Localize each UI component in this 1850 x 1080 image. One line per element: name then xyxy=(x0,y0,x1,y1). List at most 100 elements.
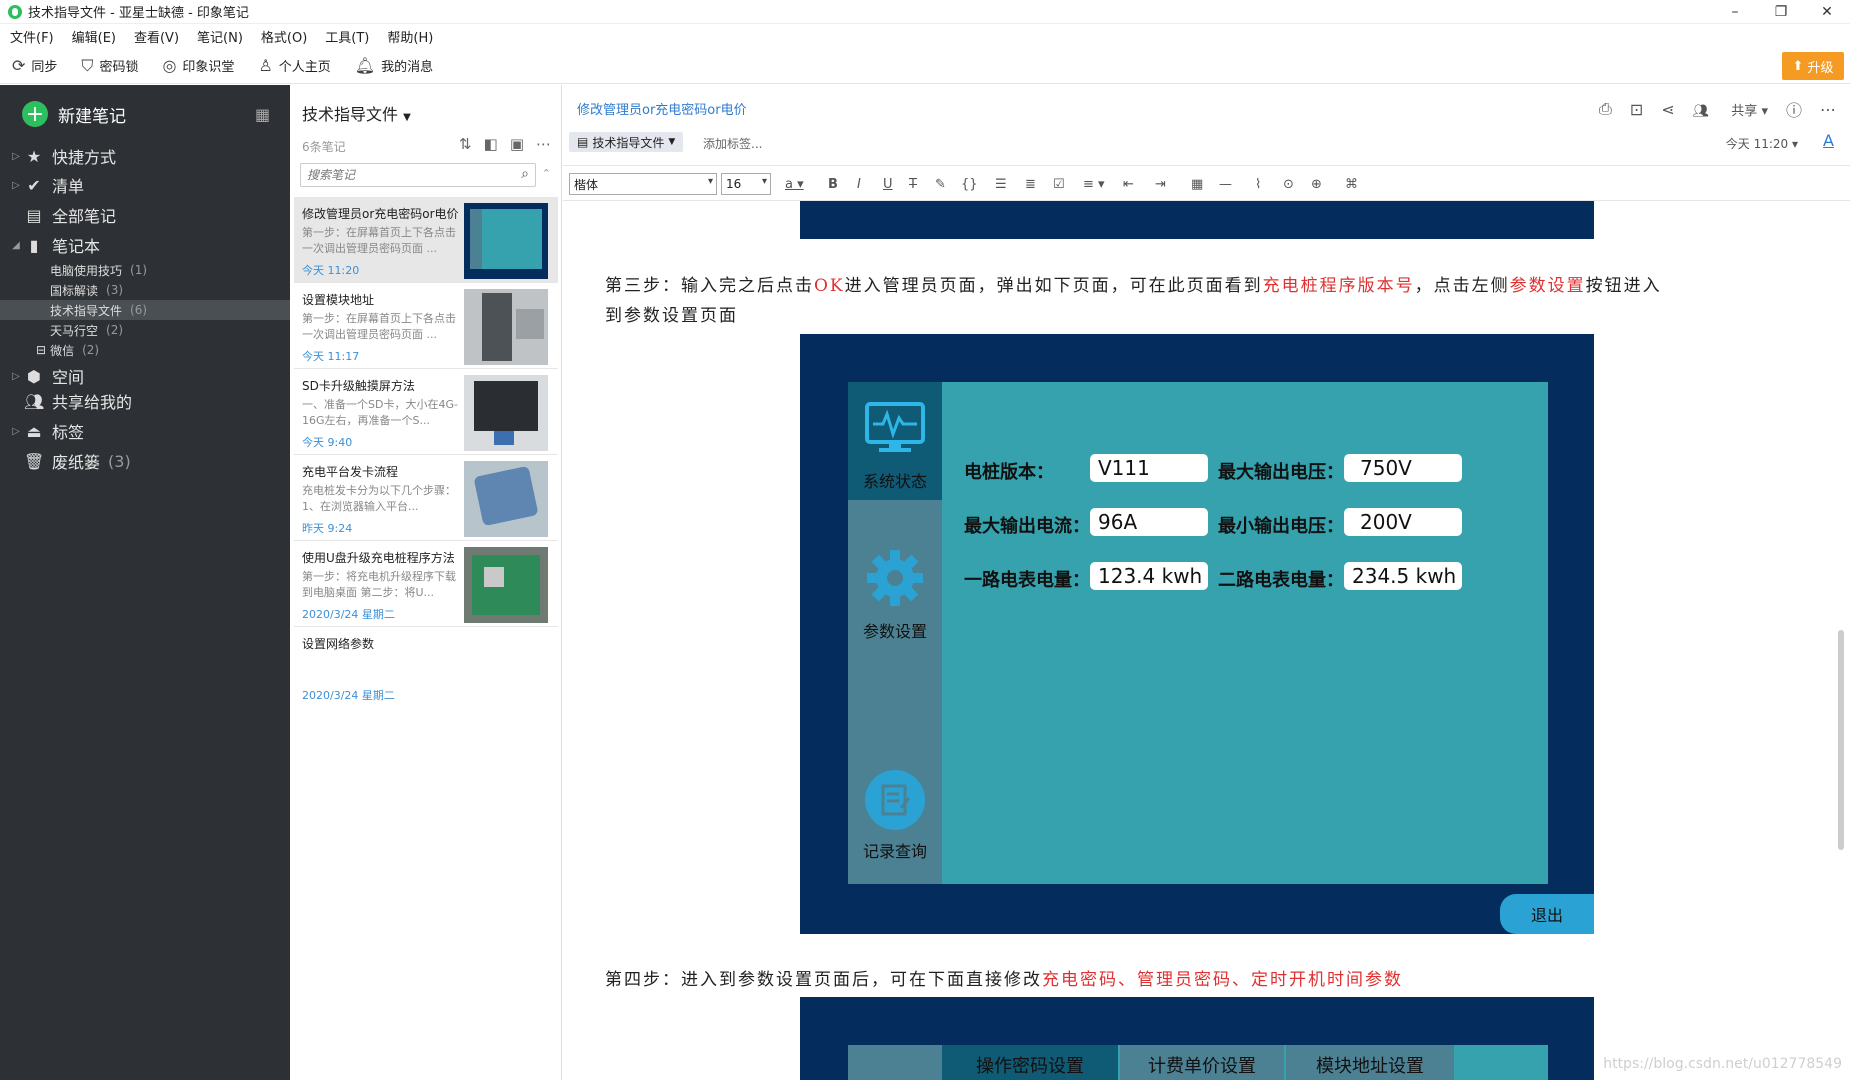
expand-arrow-icon[interactable]: ▷ xyxy=(8,180,24,191)
field-label: 最大输出电流： xyxy=(964,516,1090,537)
knowledge-button[interactable]: ◎ 印象识堂 xyxy=(162,56,234,75)
strikethrough-icon[interactable]: T xyxy=(909,177,917,192)
menu-format[interactable]: 格式(O) xyxy=(261,27,307,46)
menu-note[interactable]: 笔记(N) xyxy=(197,27,243,46)
text-color-icon[interactable]: a ▾ xyxy=(785,177,804,192)
new-note-button[interactable]: + 新建笔记 xyxy=(22,101,126,127)
notebook-info-icon[interactable]: ▣ xyxy=(510,135,524,153)
field-label: 最小输出电压： xyxy=(1218,516,1344,537)
notebook-item[interactable]: 国标解读 (3) xyxy=(0,280,290,300)
maximize-icon[interactable]: ❐ xyxy=(1758,0,1804,24)
screenshot-image-previous xyxy=(800,201,1594,239)
upgrade-button[interactable]: ⬆ 升级 xyxy=(1782,52,1844,80)
code-icon[interactable]: {} xyxy=(961,177,978,192)
notebook-item[interactable]: 天马行空 (2) xyxy=(0,320,290,340)
note-date: 今天 11:20 xyxy=(302,264,360,277)
note-snippet: 第一步：将充电机升级程序下载到电脑桌面 第二步：将U... xyxy=(302,570,456,599)
menu-edit[interactable]: 编辑(E) xyxy=(72,27,116,46)
editor-scrollbar[interactable] xyxy=(1838,630,1844,850)
note-snippet: 充电桩发卡分为以下几个步骤： 1、在浏览器输入平台... xyxy=(302,484,456,513)
print-icon[interactable]: ⎙ xyxy=(1599,99,1612,119)
font-family-select[interactable]: 楷体 ▾ xyxy=(569,173,717,195)
note-card[interactable]: 设置网络参数 2020/3/24 星期二 xyxy=(294,627,558,713)
menu-tools[interactable]: 工具(T) xyxy=(325,27,369,46)
present-icon[interactable]: ⊡ xyxy=(1630,100,1643,119)
indent-icon[interactable]: ⇥ xyxy=(1155,177,1166,192)
notebook-item[interactable]: 电脑使用技巧 (1) xyxy=(0,260,290,280)
note-date: 2020/3/24 星期二 xyxy=(302,608,395,621)
minimize-icon[interactable]: – xyxy=(1712,0,1758,24)
shortcut-icon[interactable]: ⌘ xyxy=(1345,177,1358,192)
highlight-icon[interactable]: ✎ xyxy=(935,177,946,192)
search-box: ⌕ xyxy=(300,163,536,187)
search-icon[interactable]: ⌕ xyxy=(521,166,529,182)
messages-button[interactable]: 🔔︎ 我的消息 xyxy=(355,56,433,75)
menu-file[interactable]: 文件(F) xyxy=(10,27,54,46)
bullet-list-icon[interactable]: ☰ xyxy=(995,177,1007,192)
sidebar-item-checklist[interactable]: ▷ ✔ 清单 xyxy=(0,171,290,199)
lock-button[interactable]: ⛉ 密码锁 xyxy=(81,56,138,76)
share-button[interactable]: 👥︎ 共享 ▾ xyxy=(1693,100,1768,119)
sidebar-item-shortcuts[interactable]: ▷ ★ 快捷方式 xyxy=(0,142,290,170)
note-card[interactable]: 充电平台发卡流程 充电桩发卡分为以下几个步骤： 1、在浏览器输入平台... 昨天… xyxy=(294,455,558,541)
expand-arrow-icon[interactable]: ▷ xyxy=(8,151,24,162)
note-snippet: 一、准备一个SD卡，大小在4G-16G左右，再准备一个S... xyxy=(302,398,458,427)
note-thumbnail xyxy=(464,375,548,451)
collapse-arrow-icon[interactable]: ◢ xyxy=(8,240,24,251)
note-title: SD卡升级触摸屏方法 xyxy=(302,379,415,393)
share-network-icon[interactable]: ⋖ xyxy=(1661,100,1674,119)
note-card[interactable]: SD卡升级触摸屏方法 一、准备一个SD卡，大小在4G-16G左右，再准备一个S.… xyxy=(294,369,558,455)
cube-icon: ⬢ xyxy=(27,366,41,386)
device-tab: 操作密码设置 xyxy=(942,1045,1118,1080)
view-toggle-icon[interactable]: ◧ xyxy=(484,135,498,153)
notebook-selector[interactable]: ▤ 技术指导文件 ▼ xyxy=(569,132,684,152)
table-icon[interactable]: ▦ xyxy=(1191,177,1203,192)
grid-icon[interactable]: ▦ xyxy=(255,105,270,124)
more-icon[interactable]: ⋯ xyxy=(536,135,551,153)
device-screen: 系统状态 参数设置 记录查询 电桩版本： V111 最大输出电压： 750V 最… xyxy=(848,382,1548,884)
outdent-icon[interactable]: ⇤ xyxy=(1123,177,1134,192)
note-card-selected[interactable]: 修改管理员or充电密码or电价 第一步：在屏幕首页上下各点击一次调出管理员密码页… xyxy=(294,197,558,283)
sidebar-item-tags[interactable]: ▷ ⏏ 标签 xyxy=(0,417,290,445)
numbered-list-icon[interactable]: ≣ xyxy=(1025,177,1036,192)
close-icon[interactable]: ✕ xyxy=(1804,0,1850,24)
sidebar-item-spaces[interactable]: ▷ ⬢ 空间 xyxy=(0,362,290,390)
italic-icon[interactable]: I xyxy=(857,177,861,192)
expand-arrow-icon[interactable]: ▷ xyxy=(8,371,24,382)
note-icon: ▤ xyxy=(26,205,42,225)
underline-icon[interactable]: U xyxy=(883,177,893,192)
edit-time-dropdown[interactable]: 今天 11:20 ▾ xyxy=(1726,135,1798,152)
sidebar-item-notebooks[interactable]: ◢ ▮ 笔记本 xyxy=(0,231,290,259)
more-icon[interactable]: ⋯ xyxy=(1820,100,1836,119)
notebook-item-selected[interactable]: 技术指导文件 (6) xyxy=(0,300,290,320)
info-icon[interactable]: ⓘ xyxy=(1786,97,1802,121)
note-card[interactable]: 设置模块地址 第一步：在屏幕首页上下各点击一次调出管理员密码页面 ... 今天 … xyxy=(294,283,558,369)
sync-button[interactable]: ⟳ 同步 xyxy=(12,56,57,75)
sidebar-item-all-notes[interactable]: ▤ 全部笔记 xyxy=(0,201,290,229)
record-icon[interactable]: ⊙ xyxy=(1283,177,1294,192)
search-input[interactable] xyxy=(307,168,507,182)
note-card[interactable]: 使用U盘升级充电桩程序方法 第一步：将充电机升级程序下载到电脑桌面 第二步：将U… xyxy=(294,541,558,627)
insert-icon[interactable]: ⊕ xyxy=(1311,177,1322,192)
menu-help[interactable]: 帮助(H) xyxy=(387,27,433,46)
note-title[interactable]: 修改管理员or充电密码or电价 xyxy=(577,99,747,118)
sidebar-item-shared[interactable]: 👥︎ 共享给我的 xyxy=(0,387,290,415)
sidebar-item-trash[interactable]: 🗑︎ 废纸篓 (3) xyxy=(0,447,290,475)
font-style-icon[interactable]: A xyxy=(1823,131,1834,150)
expand-arrow-icon[interactable]: ▷ xyxy=(8,426,24,437)
collapse-search-icon[interactable]: ⌃ xyxy=(542,167,551,180)
sort-icon[interactable]: ⇅ xyxy=(459,135,472,153)
divider-icon[interactable]: — xyxy=(1219,177,1232,192)
bold-icon[interactable]: B xyxy=(828,177,838,192)
align-icon[interactable]: ≡ ▾ xyxy=(1083,177,1105,192)
add-tag-input[interactable]: 添加标签... xyxy=(703,135,762,152)
menu-view[interactable]: 查看(V) xyxy=(134,27,179,46)
attachment-icon[interactable]: ⌇ xyxy=(1255,177,1261,192)
notebook-stack-item[interactable]: ⊟ 微信 (2) xyxy=(0,340,290,360)
checkbox-icon[interactable]: ☑ xyxy=(1053,177,1065,192)
profile-button[interactable]: ♙ 个人主页 xyxy=(258,56,330,75)
note-list-panel: 技术指导文件 ▼ 6条笔记 ⇅ ◧ ▣ ⋯ ⌕ ⌃ 修改管理员or充电密码or电… xyxy=(290,85,562,1080)
watermark: https://blog.csdn.net/u012778549 xyxy=(1603,1056,1842,1072)
notebook-title-dropdown[interactable]: 技术指导文件 ▼ xyxy=(302,101,411,125)
font-size-select[interactable]: 16 ▾ xyxy=(721,173,771,195)
